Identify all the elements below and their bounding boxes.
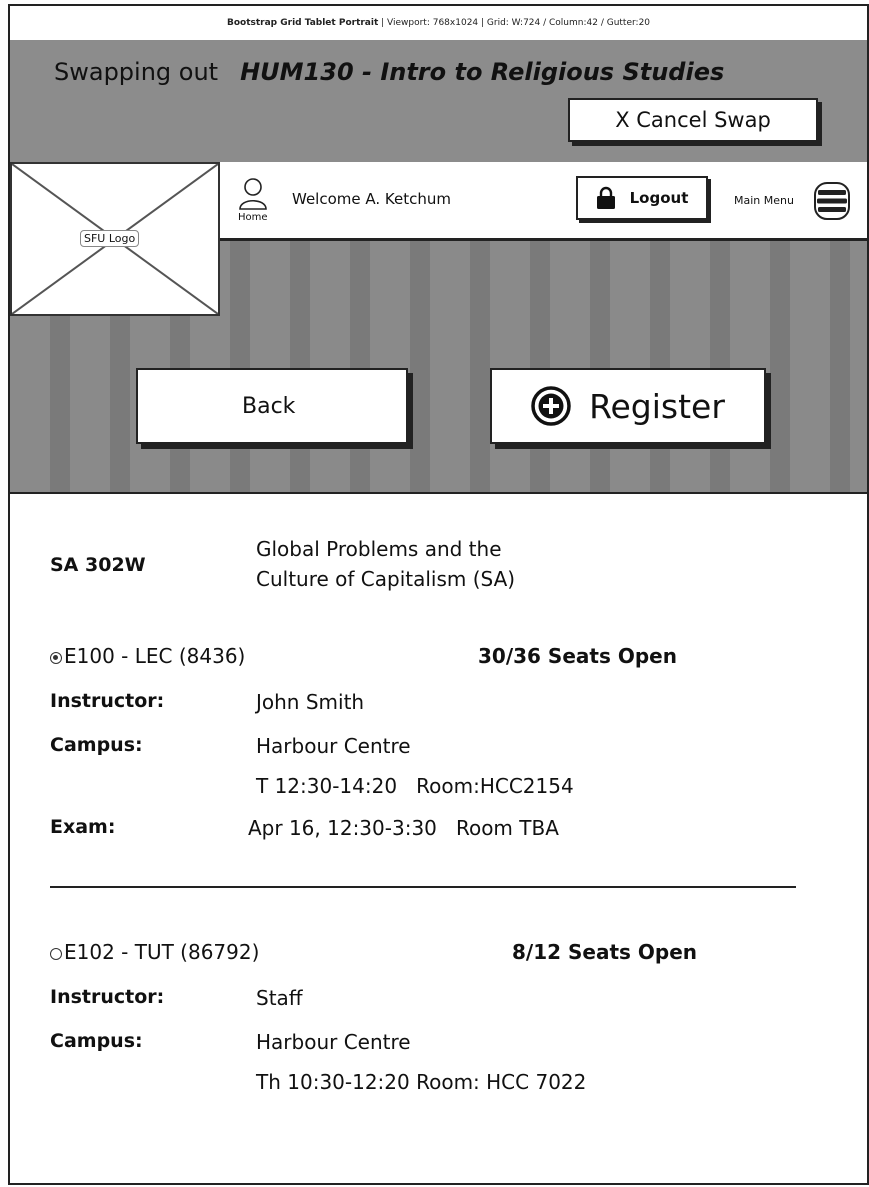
instructor-label: Instructor: bbox=[50, 690, 165, 712]
wireframe-frame: Bootstrap Grid Tablet Portrait | Viewpor… bbox=[8, 4, 869, 1185]
course-code: SA 302W bbox=[50, 554, 146, 576]
radio-unselected-icon[interactable] bbox=[50, 948, 62, 960]
course-title-line2: Culture of Capitalism (SA) bbox=[256, 567, 516, 591]
section-name: E100 - LEC (8436) bbox=[64, 644, 246, 668]
main-menu-label[interactable]: Main Menu bbox=[734, 194, 794, 207]
course-title: Global Problems and the Culture of Capit… bbox=[256, 534, 636, 594]
course-details: SA 302W Global Problems and the Culture … bbox=[10, 494, 867, 1183]
seats-open: 30/36 Seats Open bbox=[478, 644, 677, 668]
home-link[interactable]: Home bbox=[238, 212, 268, 223]
lock-icon bbox=[596, 186, 615, 209]
instructor-label: Instructor: bbox=[50, 986, 165, 1008]
welcome-text: Welcome A. Ketchum bbox=[292, 190, 451, 208]
logo-label: SFU Logo bbox=[80, 230, 140, 247]
section-option[interactable]: E100 - LEC (8436) bbox=[50, 644, 245, 668]
campus-label: Campus: bbox=[50, 734, 143, 756]
cancel-swap-button[interactable]: X Cancel Swap bbox=[568, 98, 818, 142]
section-divider bbox=[50, 886, 796, 888]
back-button[interactable]: Back bbox=[136, 368, 408, 444]
grid-annotation-details: | Viewport: 768x1024 | Grid: W:724 / Col… bbox=[378, 18, 651, 28]
hamburger-menu-icon[interactable] bbox=[814, 182, 850, 220]
logout-button[interactable]: Logout bbox=[576, 176, 708, 220]
exam-value: Apr 16, 12:30-3:30 Room TBA bbox=[248, 816, 559, 840]
campus-label: Campus: bbox=[50, 1030, 143, 1052]
campus-value: Harbour Centre bbox=[256, 1030, 411, 1054]
swap-message: Swapping out HUM130 - Intro to Religious … bbox=[54, 58, 724, 86]
instructor-value: John Smith bbox=[256, 690, 365, 714]
user-icon[interactable] bbox=[238, 176, 268, 210]
section-name: E102 - TUT (86792) bbox=[64, 940, 260, 964]
schedule-value: T 12:30-14:20 Room:HCC2154 bbox=[256, 774, 574, 798]
register-label: Register bbox=[589, 386, 725, 426]
seats-open: 8/12 Seats Open bbox=[512, 940, 698, 964]
swap-banner: Swapping out HUM130 - Intro to Religious … bbox=[10, 40, 867, 165]
header-area: SFU Logo Home Welcome A. Ketchum Logout … bbox=[10, 162, 867, 494]
section-option[interactable]: E102 - TUT (86792) bbox=[50, 940, 259, 964]
exam-label: Exam: bbox=[50, 816, 116, 838]
top-nav: Home Welcome A. Ketchum Logout Main Menu bbox=[220, 162, 867, 241]
logout-label: Logout bbox=[629, 189, 689, 207]
logo-placeholder: SFU Logo bbox=[10, 162, 220, 316]
schedule-value: Th 10:30-12:20 Room: HCC 7022 bbox=[256, 1070, 587, 1094]
swap-prefix: Swapping out bbox=[54, 58, 219, 86]
grid-annotation: Bootstrap Grid Tablet Portrait | Viewpor… bbox=[10, 10, 867, 42]
course-title-line1: Global Problems and the bbox=[256, 537, 502, 561]
register-button[interactable]: Register bbox=[490, 368, 766, 444]
radio-selected-icon[interactable] bbox=[50, 652, 62, 664]
grid-annotation-title: Bootstrap Grid Tablet Portrait bbox=[226, 18, 379, 28]
swap-course: HUM130 - Intro to Religious Studies bbox=[240, 58, 725, 86]
campus-value: Harbour Centre bbox=[256, 734, 411, 758]
instructor-value: Staff bbox=[256, 986, 303, 1010]
add-circle-icon bbox=[531, 386, 571, 426]
